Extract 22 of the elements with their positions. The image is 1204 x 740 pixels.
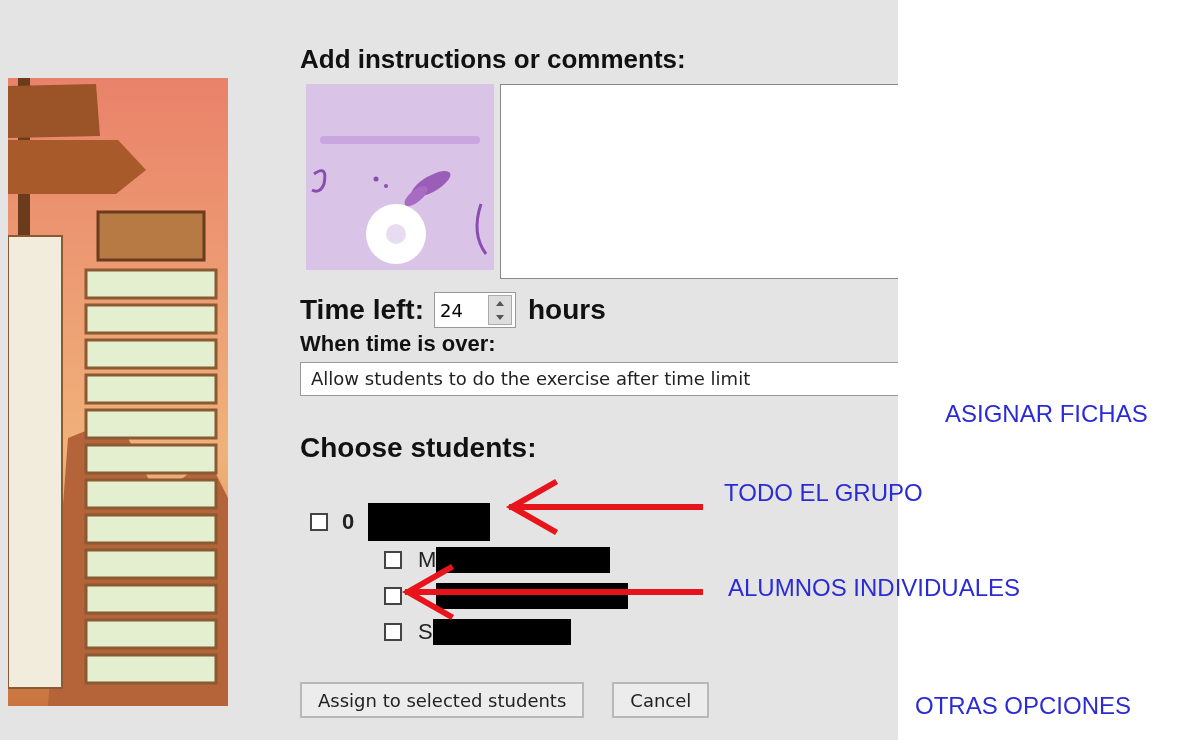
- checkbox[interactable]: [310, 513, 328, 531]
- checkbox[interactable]: [384, 623, 402, 641]
- cancel-button[interactable]: Cancel: [612, 682, 710, 718]
- student-name: M: [418, 547, 437, 573]
- annotation-label: OTRAS OPCIONES: [915, 692, 1132, 720]
- section-heading: Add instructions or comments:: [300, 44, 687, 74]
- field-label: When time is over:: [300, 331, 497, 357]
- checkbox[interactable]: [384, 551, 402, 569]
- number-field[interactable]: 24: [433, 292, 516, 328]
- comment-field[interactable]: [500, 84, 898, 279]
- student-name: 0: [342, 509, 355, 535]
- dropdown[interactable]: Allow students to do the exercise after time limit: [300, 362, 898, 396]
- annotation-label: ALUMNOS INDIVIDUALES: [728, 574, 1021, 602]
- checkbox[interactable]: [384, 587, 402, 605]
- assign-button[interactable]: Assign to selected students: [300, 682, 585, 718]
- annotation-label: TODO EL GRUPO: [724, 479, 923, 507]
- annotation-label: ASIGNAR FICHAS: [945, 400, 1148, 428]
- field-label: Time left:: [300, 294, 424, 326]
- unit-label: hours: [527, 294, 606, 326]
- spin-icon[interactable]: [487, 295, 512, 325]
- section-heading: Choose students:: [300, 432, 538, 464]
- student-name: S: [418, 619, 433, 645]
